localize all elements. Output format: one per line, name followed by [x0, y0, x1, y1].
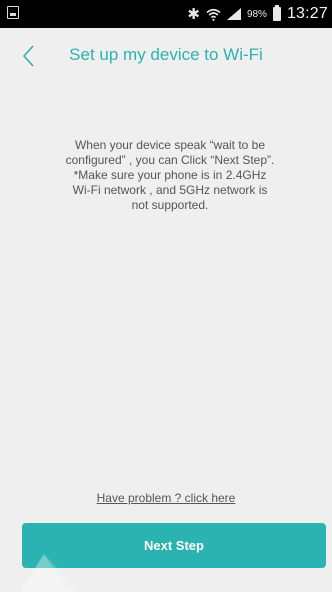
help-link[interactable]: Have problem ? click here: [0, 491, 332, 505]
screenshot-notification-icon: [7, 6, 19, 19]
status-time: 13:27: [286, 5, 328, 22]
status-icons: ✱ 98% 13:27: [187, 0, 328, 28]
header: Set up my device to Wi-Fi: [0, 28, 332, 84]
wifi-icon: [206, 8, 221, 21]
next-step-button[interactable]: Next Step: [22, 523, 326, 568]
page-title: Set up my device to Wi-Fi: [69, 45, 263, 64]
battery-icon: [272, 5, 281, 21]
battery-percent: 98%: [246, 8, 267, 20]
status-bar: ✱ 98% 13:27: [0, 0, 332, 28]
signal-icon: [226, 8, 241, 20]
bluetooth-icon: ✱: [187, 5, 200, 23]
instructions-text: When your device speak “wait to be confi…: [65, 138, 275, 212]
